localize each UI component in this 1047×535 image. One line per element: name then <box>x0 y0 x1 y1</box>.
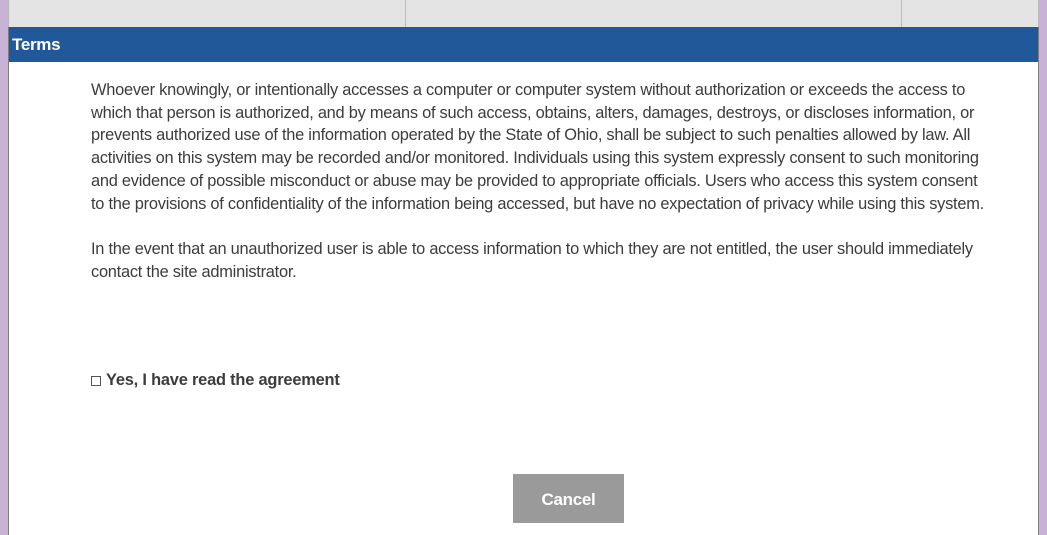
column-divider <box>405 0 406 27</box>
dialog-title: Terms <box>9 27 1038 62</box>
agreement-checkbox[interactable] <box>91 375 101 386</box>
terms-paragraph-2: In the event that an unauthorized user i… <box>91 240 973 281</box>
cancel-button[interactable]: Cancel <box>513 474 624 523</box>
agreement-row[interactable]: Yes, I have read the agreement <box>91 371 340 390</box>
agreement-label[interactable]: Yes, I have read the agreement <box>106 371 340 390</box>
column-divider <box>901 0 902 27</box>
terms-paragraph-1: Whoever knowingly, or intentionally acce… <box>91 81 984 213</box>
terms-text: Whoever knowingly, or intentionally acce… <box>91 79 991 284</box>
background-table-header <box>8 0 1039 27</box>
terms-dialog: Terms Whoever knowingly, or intentionall… <box>8 27 1039 535</box>
